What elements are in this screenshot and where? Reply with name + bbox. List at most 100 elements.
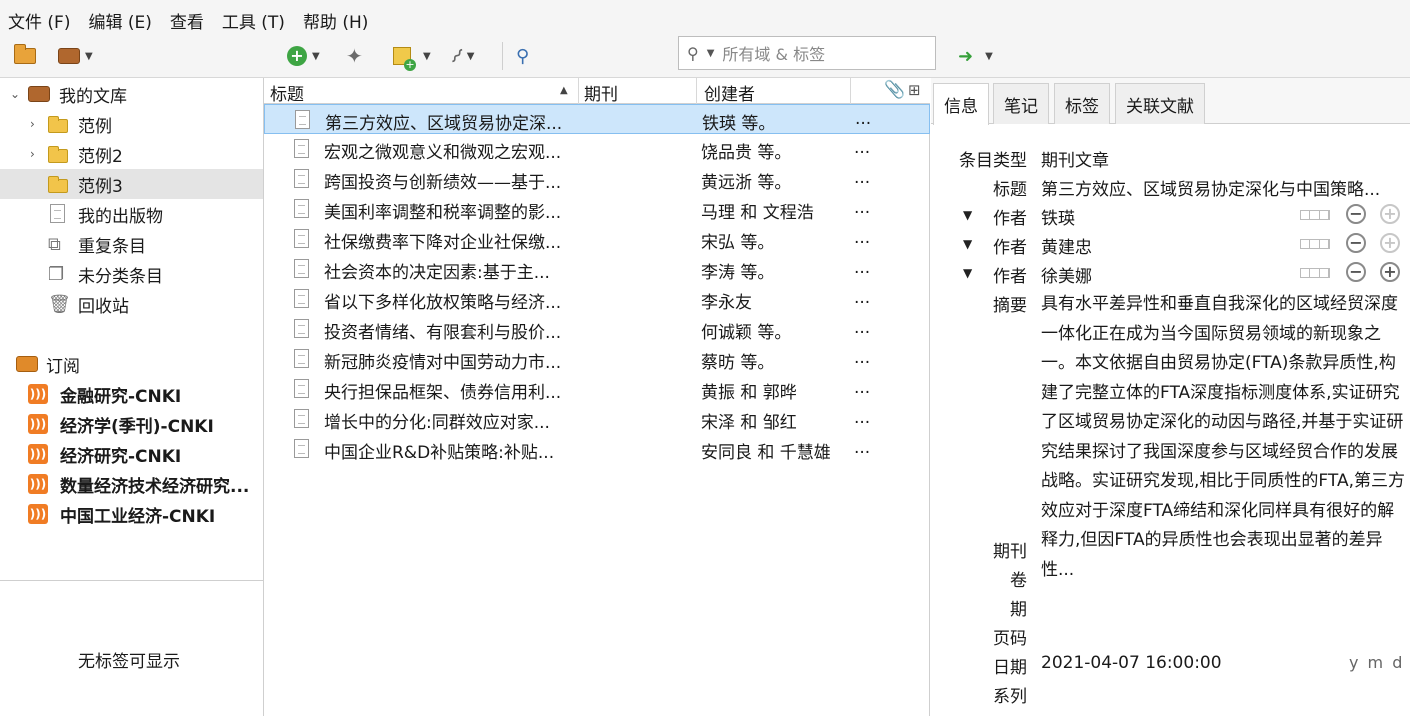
folder-icon [48, 146, 68, 163]
column-journal[interactable]: 期刊 [584, 80, 618, 105]
table-row[interactable]: 新冠肺炎疫情对中国劳动力市... 蔡昉 等。... [264, 344, 930, 374]
toolbar-separator [502, 42, 503, 70]
menu-help[interactable]: 帮助 (H) [303, 8, 368, 33]
journal-article-icon [294, 379, 309, 398]
chevron-right-icon[interactable]: › [30, 147, 35, 161]
tree-item-unfiled[interactable]: ❐ 未分类条目 [0, 259, 263, 289]
add-author-icon[interactable]: + [1380, 262, 1400, 282]
journal-article-icon [295, 110, 310, 129]
remove-author-icon[interactable]: − [1346, 262, 1366, 282]
author-label[interactable]: 作者 [931, 204, 1027, 229]
table-row[interactable]: 美国利率调整和税率调整的影... 马理 和 文程浩... [264, 194, 930, 224]
table-row[interactable]: 投资者情绪、有限套利与股价... 何诚颖 等。... [264, 314, 930, 344]
tree-item-feeds[interactable]: 订阅 [0, 349, 263, 379]
tree-item-collection[interactable]: › 范例2 [0, 139, 263, 169]
new-note-button[interactable]: ▼ [393, 44, 431, 71]
add-author-icon[interactable]: + [1380, 233, 1400, 253]
author-value[interactable]: 黄建忠 [1041, 233, 1092, 258]
tab-info[interactable]: 信息 [933, 83, 989, 125]
author-value[interactable]: 徐美娜 [1041, 262, 1092, 287]
column-creator[interactable]: 创建者 [704, 80, 755, 105]
feed-item[interactable]: ))) 经济学(季刊)-CNKI [0, 409, 263, 439]
date-value[interactable]: 2021-04-07 16:00:00 [1041, 653, 1222, 673]
tree-item-duplicates[interactable]: ⧉ 重复条目 [0, 229, 263, 259]
item-title: 宏观之微观意义和微观之宏观... [324, 143, 562, 163]
duplicates-icon: ⧉ [48, 233, 61, 255]
unfiled-icon: ❐ [48, 263, 65, 285]
item-title: 社保缴费率下降对企业社保缴... [324, 233, 562, 253]
table-row[interactable]: 增长中的分化:同群效应对家... 宋泽 和 邹红... [264, 404, 930, 434]
locate-button[interactable]: ➜ ▼ [958, 44, 993, 68]
name-mode-toggle-icon[interactable] [1300, 210, 1330, 220]
column-divider[interactable] [696, 78, 697, 104]
item-creator: 饶品贵 等。 [701, 143, 792, 163]
table-row[interactable]: 宏观之微观意义和微观之宏观... 饶品贵 等。... [264, 134, 930, 164]
author-label[interactable]: 作者 [931, 233, 1027, 258]
column-divider[interactable] [850, 78, 851, 104]
item-creator: 宋泽 和 邹红 [701, 413, 797, 433]
abstract-value[interactable]: 具有水平差异性和垂直自我深化的区域经贸深度一体化正在成为当今国际贸易领域的新现象… [1041, 290, 1405, 585]
journal-article-icon [294, 229, 309, 248]
menu-edit[interactable]: 编辑 (E) [88, 8, 151, 33]
item-title: 跨国投资与创新绩效——基于... [324, 173, 562, 193]
journal-article-icon [294, 349, 309, 368]
tab-related[interactable]: 关联文献 [1115, 83, 1205, 124]
paperclip-icon: ⌇ [445, 43, 469, 69]
feed-item[interactable]: ))) 经济研究-CNKI [0, 439, 263, 469]
item-more: ... [854, 198, 871, 218]
menu-file[interactable]: 文件 (F) [8, 8, 70, 33]
feed-item[interactable]: ))) 数量经济技术经济研究... [0, 469, 263, 499]
item-creator: 铁瑛 等。 [702, 114, 776, 134]
name-mode-toggle-icon[interactable] [1300, 239, 1330, 249]
remove-author-icon[interactable]: − [1346, 233, 1366, 253]
tab-tags[interactable]: 标签 [1054, 83, 1110, 124]
add-attachment-button[interactable]: ⌇ ▼ [445, 44, 474, 69]
add-by-identifier-button[interactable]: ✦ [346, 44, 363, 68]
feed-item[interactable]: ))) 中国工业经济-CNKI [0, 499, 263, 529]
tab-notes[interactable]: 笔记 [993, 83, 1049, 124]
attachment-column-icon[interactable]: 📎 [884, 80, 905, 100]
table-row[interactable]: 央行担保品框架、债券信用利... 黄振 和 郭晔... [264, 374, 930, 404]
table-row[interactable]: 社会资本的决定因素:基于主... 李涛 等。... [264, 254, 930, 284]
item-type-value[interactable]: 期刊文章 [1041, 146, 1109, 171]
add-author-icon[interactable]: + [1380, 204, 1400, 224]
journal-label: 期刊 [993, 542, 1027, 562]
new-collection-button[interactable] [14, 44, 36, 68]
column-picker-icon[interactable]: ⊞ [908, 81, 921, 99]
title-value[interactable]: 第三方效应、区域贸易协定深化与中国策略... [1041, 175, 1380, 200]
table-row[interactable]: 社保缴费率下降对企业社保缴... 宋弘 等。... [264, 224, 930, 254]
tree-item-collection-selected[interactable]: 范例3 [0, 169, 263, 199]
table-row[interactable]: 省以下多样化放权策略与经济... 李永友... [264, 284, 930, 314]
new-item-button[interactable]: + ▼ [287, 44, 320, 68]
tree-item-my-library[interactable]: ⌄ 我的文库 [0, 79, 263, 109]
author-label[interactable]: 作者 [931, 262, 1027, 287]
trash-icon: 🗑 [48, 293, 71, 315]
item-pane: 信息 笔记 标签 关联文献 条目类型 期刊文章 标题 第三方效应、区域贸易协定深… [931, 78, 1410, 716]
tree-label: 我的文库 [59, 86, 127, 107]
item-tabs: 信息 笔记 标签 关联文献 [931, 78, 1410, 125]
menu-view[interactable]: 查看 [170, 8, 204, 33]
author-value[interactable]: 铁瑛 [1041, 204, 1075, 229]
remove-author-icon[interactable]: − [1346, 204, 1366, 224]
column-divider[interactable] [578, 78, 579, 104]
item-title: 增长中的分化:同群效应对家... [324, 413, 550, 433]
chevron-down-icon[interactable]: ⌄ [10, 87, 20, 101]
add-icon: + [287, 46, 307, 66]
item-more: ... [854, 378, 871, 398]
table-row[interactable]: 第三方效应、区域贸易协定深... 铁瑛 等。... [264, 104, 930, 134]
tree-item-trash[interactable]: 🗑 回收站 [0, 289, 263, 319]
name-mode-toggle-icon[interactable] [1300, 268, 1330, 278]
search-mode-dropdown[interactable]: ▼ [707, 48, 715, 59]
table-row[interactable]: 跨国投资与创新绩效——基于... 黄远浙 等。... [264, 164, 930, 194]
new-library-button[interactable]: ▼ [58, 44, 93, 68]
tree-item-collection[interactable]: › 范例 [0, 109, 263, 139]
search-input[interactable]: ⚲ ▼ 所有域 & 标签 [678, 36, 936, 70]
feed-item[interactable]: ))) 金融研究-CNKI [0, 379, 263, 409]
tree-item-my-publications[interactable]: 我的出版物 [0, 199, 263, 229]
menu-tools[interactable]: 工具 (T) [222, 8, 285, 33]
chevron-right-icon[interactable]: › [30, 117, 35, 131]
advanced-search-button[interactable]: ⚲ [516, 44, 529, 68]
tree-label: 范例3 [78, 176, 123, 197]
column-title[interactable]: 标题 [270, 80, 304, 105]
table-row[interactable]: 中国企业R&D补贴策略:补贴... 安同良 和 千慧雄... [264, 434, 930, 464]
